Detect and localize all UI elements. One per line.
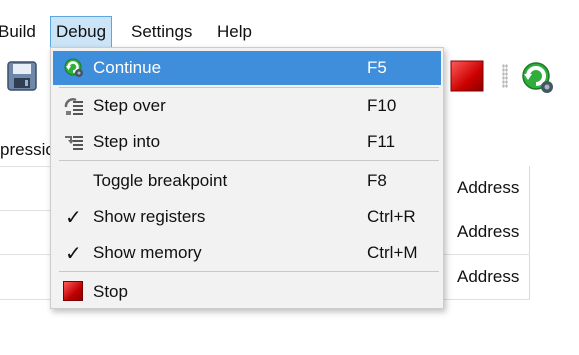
menu-item-shortcut: F5 [367, 58, 387, 77]
menu-item-shortcut: F11 [367, 132, 396, 151]
continue-icon[interactable] [518, 58, 554, 94]
step-into-icon [63, 131, 85, 153]
menu-item-label: Step into [93, 132, 161, 151]
menu-bar: Build Debug Settings Help [0, 16, 579, 48]
checkmark-icon: ✓ [65, 241, 82, 265]
menu-item-step-over[interactable]: Step over F10 [53, 89, 441, 123]
menu-item-label: Step over [93, 96, 166, 115]
column-header-expression: pressio [0, 140, 55, 159]
menu-item-step-into[interactable]: Step into F11 [53, 125, 441, 159]
menu-debug[interactable]: Debug [50, 16, 113, 48]
menu-item-label: Toggle breakpoint [93, 171, 228, 190]
checkmark-icon: ✓ [65, 205, 82, 229]
menu-item-shortcut: F10 [367, 96, 397, 115]
address-cell[interactable]: Address [440, 210, 530, 254]
menu-help[interactable]: Help [217, 16, 252, 48]
menu-separator [59, 271, 439, 272]
save-icon[interactable] [4, 58, 40, 94]
stop-icon [63, 281, 83, 301]
debug-menu-dropdown: Continue F5 Step over F10 Step into F11 … [50, 47, 444, 309]
stop-icon[interactable] [449, 58, 485, 94]
menu-item-continue[interactable]: Continue F5 [53, 51, 441, 85]
menu-item-stop[interactable]: Stop [53, 275, 441, 309]
menu-item-label: Continue [93, 58, 162, 77]
menu-separator [59, 160, 439, 161]
menu-item-show-registers[interactable]: ✓ Show registers Ctrl+R [53, 200, 441, 234]
menu-item-show-memory[interactable]: ✓ Show memory Ctrl+M [53, 236, 441, 270]
toolbar-grip[interactable] [502, 64, 508, 88]
menu-item-label: Stop [93, 282, 128, 301]
menu-item-shortcut: Ctrl+R [367, 207, 416, 226]
menu-item-shortcut: Ctrl+M [367, 243, 418, 262]
menu-item-shortcut: F8 [367, 171, 387, 190]
step-over-icon [63, 95, 85, 117]
menu-item-label: Show memory [93, 243, 202, 262]
address-cell[interactable]: Address [440, 255, 530, 299]
address-cell[interactable]: Address [440, 166, 530, 210]
menu-build[interactable]: Build [0, 16, 36, 48]
continue-icon [63, 57, 85, 79]
menu-item-toggle-breakpoint[interactable]: Toggle breakpoint F8 [53, 164, 441, 198]
menu-settings[interactable]: Settings [131, 16, 192, 48]
menu-item-label: Show registers [93, 207, 206, 226]
menu-separator [59, 87, 439, 88]
